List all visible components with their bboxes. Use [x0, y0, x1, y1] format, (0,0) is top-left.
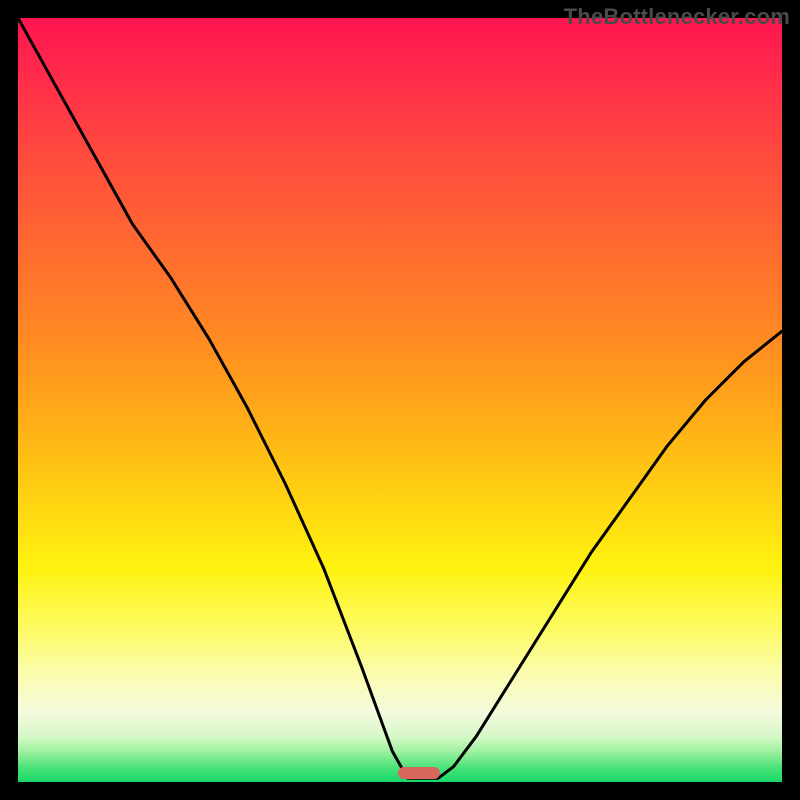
watermark-text: TheBottlenecker.com [564, 4, 790, 30]
optimum-marker [398, 767, 440, 779]
bottleneck-curve [18, 18, 782, 782]
chart-frame: TheBottlenecker.com [0, 0, 800, 800]
plot-area [18, 18, 782, 782]
